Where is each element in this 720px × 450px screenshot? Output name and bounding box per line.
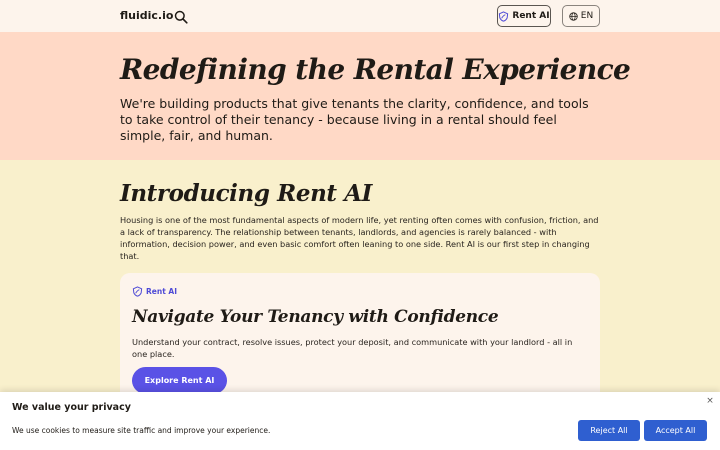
accept-all-button[interactable]: Accept All [644, 420, 707, 441]
explore-rent-ai-button[interactable]: Explore Rent AI [132, 367, 227, 394]
card-tag-label: Rent AI [146, 287, 177, 296]
site-header: fluidic.io Rent AI EN [0, 0, 720, 32]
reject-all-button[interactable]: Reject All [578, 420, 640, 441]
cookie-title: We value your privacy [12, 402, 131, 413]
card-title: Navigate Your Tenancy with Confidence [132, 307, 499, 327]
rent-ai-nav-button[interactable]: Rent AI [497, 5, 551, 27]
language-label: EN [580, 11, 594, 21]
cookie-banner: We value your privacy We use cookies to … [0, 392, 720, 450]
search-button[interactable] [174, 9, 188, 24]
card-body: Understand your contract, resolve issues… [132, 337, 573, 359]
close-icon[interactable]: × [705, 396, 715, 406]
leaf-shield-icon [499, 10, 509, 22]
hero-subtitle: We're building products that give tenant… [120, 96, 589, 143]
globe-icon [569, 11, 578, 21]
intro-title: Introducing Rent AI [120, 180, 373, 207]
cookie-text: We use cookies to measure site traffic a… [12, 426, 271, 435]
rent-ai-nav-label: Rent AI [512, 11, 550, 21]
language-selector[interactable]: EN [562, 5, 600, 27]
hero-title: Redefining the Rental Experience [120, 53, 631, 86]
card-tag: Rent AI [132, 286, 177, 297]
intro-body: Housing is one of the most fundamental a… [120, 215, 599, 261]
search-icon [174, 10, 188, 24]
site-logo[interactable]: fluidic.io [120, 9, 173, 22]
leaf-shield-icon [132, 286, 143, 297]
hero-section: Redefining the Rental Experience We're b… [0, 32, 720, 160]
